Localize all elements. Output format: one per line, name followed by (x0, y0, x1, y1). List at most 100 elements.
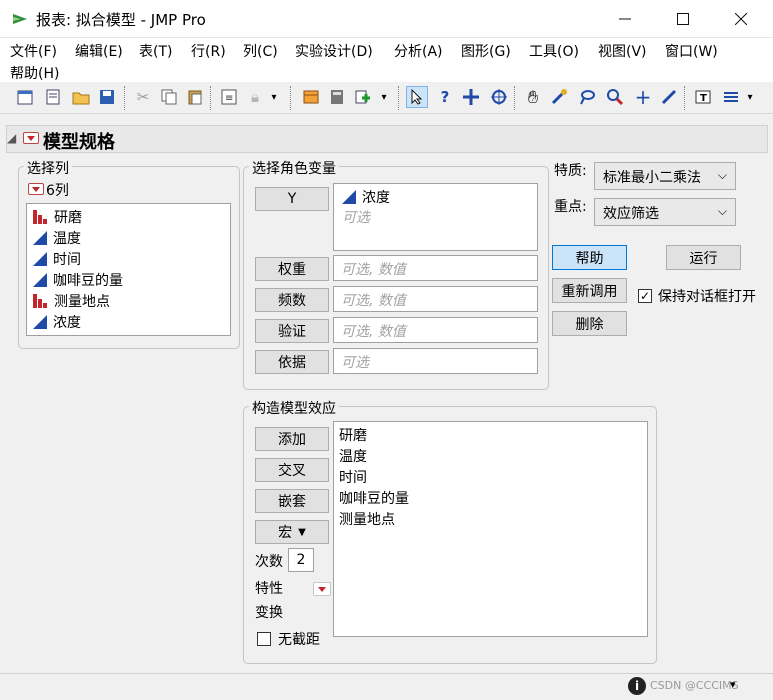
toolbar-overflow-icon[interactable]: ▾ (744, 86, 756, 108)
help-tool-icon[interactable]: ? (434, 86, 456, 108)
line-tool-icon[interactable] (658, 86, 680, 108)
list-tool-icon[interactable] (720, 86, 742, 108)
formula-icon[interactable]: ≡ (218, 86, 240, 108)
macros-button[interactable]: 宏 ▼ (255, 520, 329, 544)
crosshair-icon[interactable] (488, 86, 510, 108)
cross-button[interactable]: 交叉 (255, 458, 329, 482)
remove-button[interactable]: 删除 (552, 311, 627, 336)
menu-window[interactable]: 窗口(W) (665, 41, 718, 61)
new-data-table-icon[interactable] (14, 86, 36, 108)
brush-tool-icon[interactable] (548, 86, 570, 108)
by-button[interactable]: 依据 (255, 350, 329, 374)
list-item[interactable]: 浓度 (334, 186, 537, 207)
weight-button[interactable]: 权重 (255, 257, 329, 281)
caret-down-icon: ▼ (298, 526, 306, 538)
macros-label: 宏 (278, 525, 293, 541)
select-columns-label: 选择列 (24, 158, 72, 178)
hand-tool-icon[interactable]: ✋︎ (522, 86, 544, 108)
menu-graph[interactable]: 图形(G) (461, 41, 511, 61)
menu-cols[interactable]: 列(C) (243, 41, 278, 61)
list-item[interactable]: 咖啡豆的量 (27, 269, 230, 290)
statusbar-menu-icon[interactable]: ▾ (730, 678, 736, 691)
toolbar-overflow-icon[interactable]: ▾ (378, 86, 390, 108)
data-table-icon[interactable] (300, 86, 322, 108)
list-item[interactable]: 浓度 (27, 311, 230, 332)
menu-help[interactable]: 帮助(H) (10, 63, 59, 83)
personality-select[interactable]: 标准最小二乘法 ⌵ (594, 162, 736, 190)
toolbar-overflow-icon[interactable]: ▾ (268, 86, 280, 108)
emphasis-select[interactable]: 效应筛选 ⌵ (594, 198, 736, 226)
no-intercept-checkbox[interactable] (257, 632, 271, 646)
list-item[interactable]: 温度 (27, 227, 230, 248)
outline-title: 模型规格 (43, 132, 115, 153)
list-item[interactable]: 咖啡豆的量 (334, 487, 647, 508)
jmp-app-icon (13, 14, 27, 24)
info-icon[interactable]: i (628, 677, 646, 695)
arrow-tool-icon[interactable] (406, 86, 428, 108)
lasso-tool-icon[interactable] (576, 86, 598, 108)
list-item[interactable]: 测量地点 (334, 508, 647, 529)
degree-input[interactable]: 2 (288, 548, 314, 572)
columns-list[interactable]: 研磨 温度 时间 咖啡豆的量 测量地点 浓度 (26, 203, 231, 336)
y-button[interactable]: Y (255, 187, 329, 211)
list-item[interactable]: 研磨 (334, 424, 647, 445)
menu-view[interactable]: 视图(V) (598, 41, 647, 61)
open-icon[interactable] (70, 86, 92, 108)
new-script-icon[interactable] (42, 86, 64, 108)
close-button[interactable] (712, 0, 770, 38)
column-name: 测量地点 (54, 293, 110, 310)
validation-button[interactable]: 验证 (255, 319, 329, 343)
menu-analyze[interactable]: 分析(A) (394, 41, 443, 61)
weight-field[interactable]: 可选, 数值 (333, 255, 538, 281)
magnifier-icon[interactable] (604, 86, 626, 108)
freq-button[interactable]: 频数 (255, 288, 329, 312)
validation-field[interactable]: 可选, 数值 (333, 317, 538, 343)
effects-list[interactable]: 研磨 温度 时间 咖啡豆的量 测量地点 (333, 421, 648, 637)
help-button[interactable]: 帮助 (552, 245, 627, 270)
emphasis-label: 重点: (554, 199, 587, 215)
menu-rows[interactable]: 行(R) (191, 41, 226, 61)
toolbar-separator (210, 86, 212, 110)
nominal-icon (33, 293, 48, 308)
crosshair-plus-icon[interactable]: + (632, 85, 654, 109)
menu-file[interactable]: 文件(F) (10, 41, 57, 61)
maximize-button[interactable] (654, 0, 712, 38)
list-item[interactable]: 研磨 (27, 206, 230, 227)
keep-open-checkbox[interactable]: ✓ (638, 289, 652, 303)
lock-icon[interactable]: 🔒︎ (244, 86, 266, 108)
nest-button[interactable]: 嵌套 (255, 489, 329, 513)
outline-header: ◢ 模型规格 (6, 125, 768, 153)
menu-doe[interactable]: 实验设计(D) (295, 41, 373, 61)
recall-button[interactable]: 重新调用 (552, 278, 627, 303)
by-field[interactable]: 可选 (333, 348, 538, 374)
collapse-triangle-icon[interactable]: ◢ (7, 131, 16, 145)
columns-menu-icon[interactable] (28, 183, 44, 195)
add-columns-icon[interactable] (352, 86, 374, 108)
attributes-label: 特性 (255, 581, 283, 597)
y-role-list[interactable]: 浓度 可选 (333, 183, 538, 251)
menu-table[interactable]: 表(T) (139, 41, 172, 61)
nominal-icon (33, 209, 48, 224)
add-button[interactable]: 添加 (255, 427, 329, 451)
column-name: 时间 (53, 251, 81, 268)
list-item[interactable]: 温度 (334, 445, 647, 466)
annotate-tool-icon[interactable]: T (692, 86, 714, 108)
list-item[interactable]: 时间 (334, 466, 647, 487)
list-item[interactable]: 测量地点 (27, 290, 230, 311)
copy-icon[interactable] (158, 86, 180, 108)
menu-edit[interactable]: 编辑(E) (75, 41, 123, 61)
selection-tool-icon[interactable] (460, 86, 482, 108)
degree-label: 次数 (255, 554, 283, 570)
list-item[interactable]: 时间 (27, 248, 230, 269)
save-icon[interactable] (96, 86, 118, 108)
minimize-button[interactable] (596, 0, 654, 38)
menu-tools[interactable]: 工具(O) (529, 41, 579, 61)
paste-icon[interactable] (184, 86, 206, 108)
red-triangle-menu-icon[interactable] (23, 132, 39, 144)
run-button[interactable]: 运行 (666, 245, 741, 270)
attributes-menu-icon[interactable] (313, 582, 332, 596)
cut-icon[interactable]: ✂ (132, 86, 154, 108)
freq-field[interactable]: 可选, 数值 (333, 286, 538, 312)
toolbar-separator (124, 86, 126, 110)
journal-icon[interactable] (326, 86, 348, 108)
